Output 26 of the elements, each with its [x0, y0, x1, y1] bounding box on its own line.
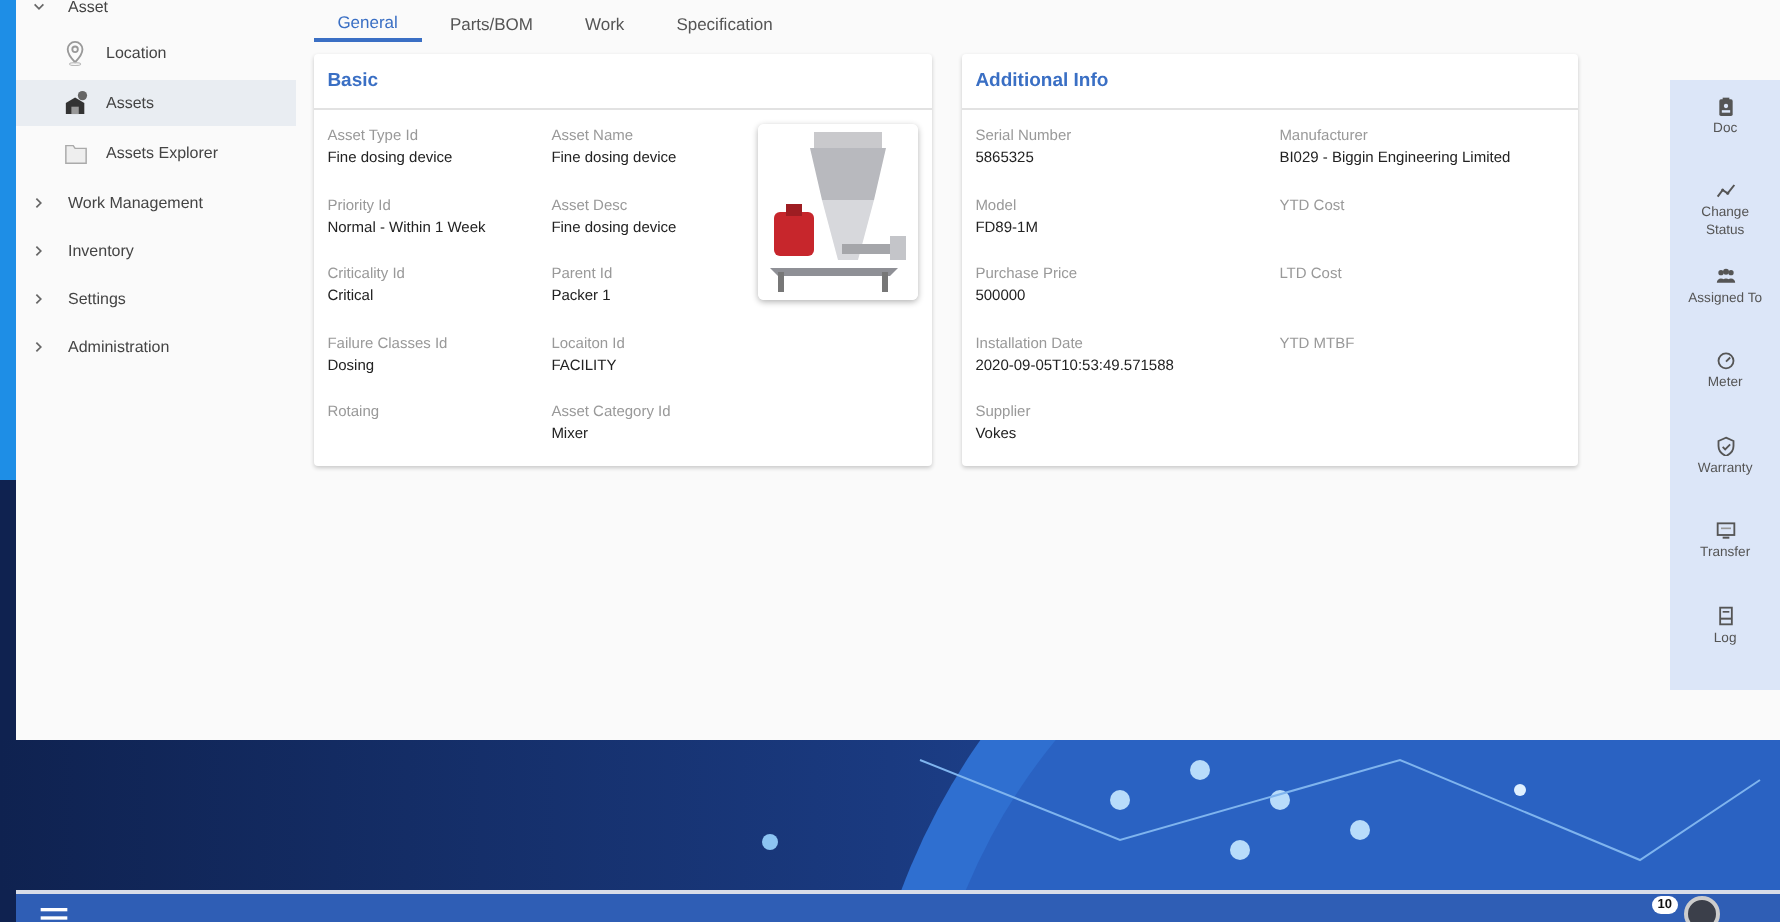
tab[interactable]: Work	[561, 0, 649, 42]
nav-item[interactable]: Inventory	[16, 226, 296, 274]
group-icon	[1715, 265, 1736, 286]
gauge-icon	[1715, 350, 1736, 371]
shield-check-icon	[1715, 435, 1736, 456]
book-icon	[1715, 605, 1736, 626]
menu-icon[interactable]	[40, 908, 68, 922]
tab[interactable]: Specification	[652, 0, 797, 42]
card-title: Additional Info	[961, 54, 1578, 110]
nav-item[interactable]: Asset	[16, 0, 296, 26]
nav-item[interactable]: Settings	[16, 274, 296, 322]
trend-line-icon	[1715, 180, 1736, 201]
nav-item[interactable]: Administration	[16, 322, 296, 370]
nav-item[interactable]: Location	[16, 30, 296, 76]
warehouse-icon	[64, 90, 88, 116]
avatar[interactable]	[1684, 896, 1720, 922]
tab[interactable]: Parts/BOM	[425, 0, 557, 42]
nav-item[interactable]: Assets Explorer	[16, 130, 296, 176]
card-title: Basic	[313, 54, 932, 110]
nav-item[interactable]: Work Management	[16, 178, 296, 226]
location-pin-icon	[64, 40, 88, 66]
monitor-icon	[1715, 520, 1736, 541]
nav-item[interactable]: Assets	[16, 80, 296, 126]
folder-icon	[64, 140, 88, 166]
clipboard-icon	[1715, 96, 1736, 116]
tab[interactable]: General	[313, 0, 422, 42]
